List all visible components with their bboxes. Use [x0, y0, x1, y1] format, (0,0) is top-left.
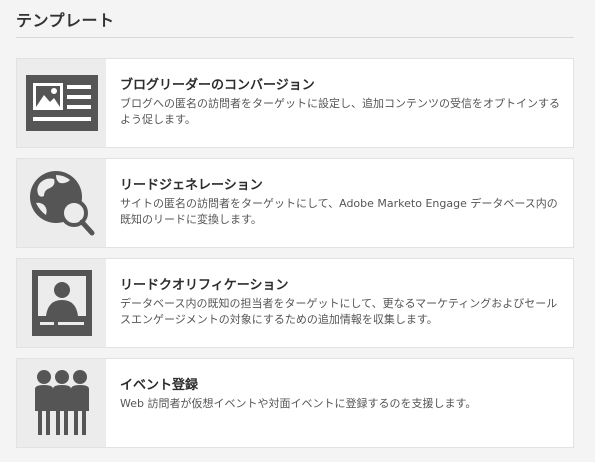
template-card-lead-generation[interactable]: リードジェネレーション サイトの匿名の訪問者をターゲットにして、Adobe Ma… — [16, 158, 574, 248]
template-title: ブログリーダーのコンバージョン — [120, 78, 315, 93]
templates-header: テンプレート — [16, 0, 574, 38]
template-title: リードクオリフィケーション — [120, 278, 289, 293]
template-description: データベース内の既知の担当者をターゲットにして、更なるマーケティングおよびセール… — [120, 297, 558, 326]
template-description: ブログへの匿名の訪問者をターゲットに設定し、追加コンテンツの受信をオプトインする… — [120, 97, 560, 126]
template-card-lead-qualification[interactable]: リードクオリフィケーション データベース内の既知の担当者をターゲットにして、更な… — [16, 258, 574, 348]
template-description: Web 訪問者が仮想イベントや対面イベントに登録するのを支援します。 — [120, 397, 477, 410]
template-card-event-registration[interactable]: イベント登録 Web 訪問者が仮想イベントや対面イベントに登録するのを支援します… — [16, 358, 574, 448]
template-description: サイトの匿名の訪問者をターゲットにして、Adobe Marketo Engage… — [120, 197, 558, 226]
globe-search-icon — [17, 159, 106, 247]
template-title: リードジェネレーション — [120, 178, 263, 193]
page-title: テンプレート — [16, 11, 115, 30]
profile-card-icon — [17, 259, 106, 347]
people-group-icon — [17, 359, 106, 447]
template-card-blog-reader-conversion[interactable]: ブログリーダーのコンバージョン ブログへの匿名の訪問者をターゲットに設定し、追加… — [16, 58, 574, 148]
template-title: イベント登録 — [120, 378, 199, 393]
id-card-icon — [17, 59, 106, 147]
